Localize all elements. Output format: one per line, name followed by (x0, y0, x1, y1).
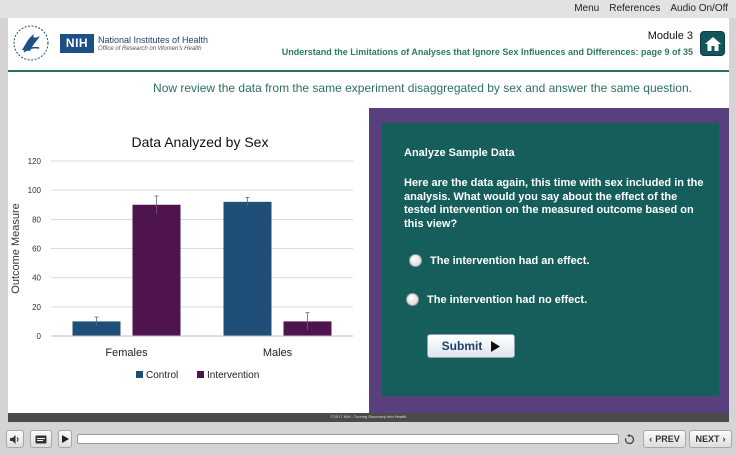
radio-button[interactable] (406, 293, 419, 306)
play-icon (61, 435, 69, 443)
next-label: NEXT (695, 434, 720, 444)
course-frame: NIH National Institutes of Health Office… (8, 18, 729, 422)
replay-button[interactable] (621, 430, 637, 448)
submit-button[interactable]: Submit (427, 334, 515, 358)
captions-icon (35, 435, 47, 443)
legend-swatch (136, 371, 143, 378)
y-axis-label: Outcome Measure (10, 203, 22, 293)
next-button[interactable]: NEXT › (689, 430, 732, 448)
home-icon (705, 37, 721, 51)
audio-toggle-link[interactable]: Audio On/Off (670, 3, 728, 14)
home-button[interactable] (700, 31, 725, 56)
legend-swatch (197, 371, 204, 378)
org-subname: Office of Research on Women's Health (98, 46, 202, 52)
menu-link[interactable]: Menu (574, 3, 599, 14)
speaker-icon (10, 434, 19, 444)
chart-panel: Data Analyzed by Sex 0 20 40 60 80 100 120 Outco… (8, 108, 369, 413)
footer-bar: ©2017 NIH...Turning Discovery Into Healt… (8, 413, 729, 422)
quiz-panel-border: Analyze Sample Data Here are the data ag… (369, 108, 729, 413)
quiz-question: Here are the data again, this time with … (404, 177, 704, 230)
y-tick-label: 100 (28, 186, 42, 195)
x-category-label: Females (105, 347, 148, 359)
module-label: Module 3 (647, 30, 693, 42)
chevron-right-icon: › (722, 434, 726, 444)
y-tick-label: 20 (32, 303, 41, 312)
prev-button[interactable]: ‹ PREV (643, 430, 686, 448)
y-tick-label: 40 (32, 274, 41, 283)
header-divider (8, 70, 729, 72)
submit-label: Submit (441, 339, 483, 353)
captions-button[interactable] (30, 430, 52, 448)
play-arrow-icon (491, 340, 501, 352)
progress-bar[interactable] (77, 434, 619, 444)
player-controls: ‹ PREV NEXT › (0, 426, 736, 455)
org-name: National Institutes of Health (98, 35, 209, 45)
prev-label: PREV (655, 434, 680, 444)
copyright-text: ©2017 NIH...Turning Discovery Into Healt… (330, 414, 407, 419)
y-tick-label: 60 (32, 245, 41, 254)
top-menu-items: Menu References Audio On/Off (574, 3, 728, 14)
bar-intervention-females (132, 204, 181, 336)
references-link[interactable]: References (609, 3, 660, 14)
legend-label: Intervention (207, 370, 259, 381)
option-no-effect[interactable]: The intervention had no effect. (406, 293, 587, 306)
chevron-left-icon: ‹ (649, 434, 653, 444)
nih-org-text: National Institutes of Health Office of … (98, 35, 208, 52)
x-category-label: Males (263, 347, 293, 359)
bar-control-males (223, 201, 272, 336)
quiz-title: Analyze Sample Data (404, 147, 515, 159)
play-button[interactable] (58, 430, 72, 448)
header: NIH National Institutes of Health Office… (8, 18, 729, 70)
bar-chart: Data Analyzed by Sex 0 20 40 60 80 100 120 Outco… (10, 134, 353, 381)
y-tick-label: 80 (32, 215, 41, 224)
hhs-eagle-logo (13, 25, 49, 61)
nih-logo-box: NIH (60, 34, 94, 53)
page-subtitle: Understand the Limitations of Analyses t… (281, 47, 693, 57)
radio-button[interactable] (409, 254, 422, 267)
option-label: The intervention had no effect. (427, 293, 588, 306)
chart-title: Data Analyzed by Sex (132, 134, 269, 150)
instruction-text: Now review the data from the same experi… (153, 81, 692, 95)
option-effect[interactable]: The intervention had an effect. (409, 254, 590, 267)
option-label: The intervention had an effect. (430, 254, 590, 267)
y-tick-label: 120 (28, 157, 42, 166)
replay-icon (624, 433, 634, 444)
quiz-panel: Analyze Sample Data Here are the data ag… (382, 123, 719, 396)
legend-label: Control (146, 370, 178, 381)
top-menu-bar: Menu References Audio On/Off (0, 0, 736, 18)
volume-button[interactable] (6, 430, 24, 448)
y-tick-label: 0 (37, 332, 42, 341)
